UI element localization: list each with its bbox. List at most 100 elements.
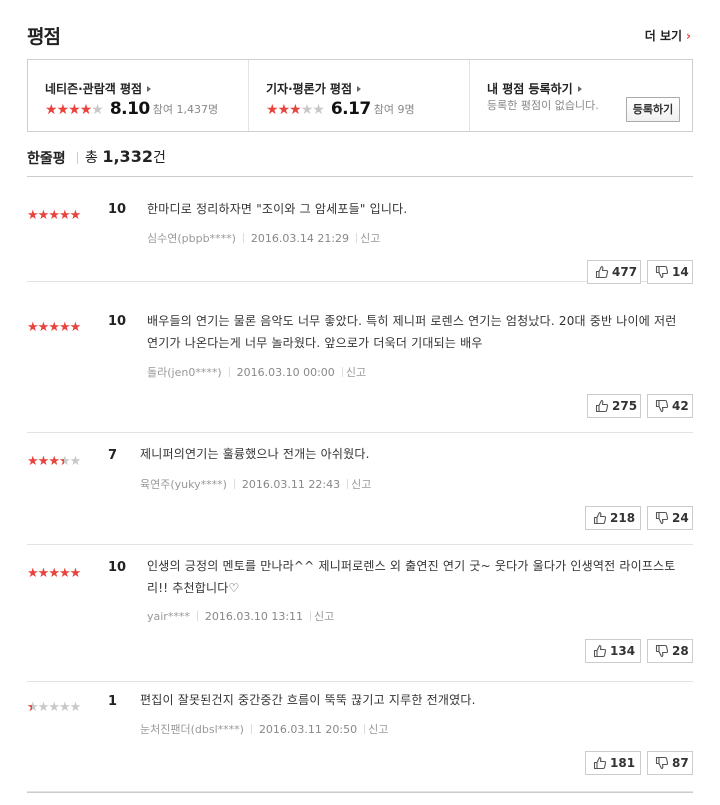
divider [341,367,343,377]
star-icon: ★ [266,102,279,118]
dislike-count: 87 [672,756,689,770]
star-icon: ★ [37,566,50,581]
review-author[interactable]: yair**** [147,610,190,623]
like-count: 477 [612,265,638,279]
dislike-count: 28 [672,644,689,658]
report-link[interactable]: 신고 [368,723,388,736]
divider [356,233,358,243]
star-icon: ★ [45,102,58,118]
star-icon: ★ [37,208,50,223]
divider [196,611,198,621]
more-link[interactable]: 더 보기 › [645,27,691,44]
like-button[interactable]: 134 [585,639,641,663]
my-rating-label: 내 평점 등록하기 [487,82,573,96]
review-author[interactable]: 돌라(jen0****) [147,366,222,379]
dislike-button[interactable]: 24 [647,506,693,530]
review-author[interactable]: 심수연(pbpb****) [147,232,236,245]
star-icon: ★ [289,102,302,118]
review-date: 2016.03.11 22:43 [241,478,341,491]
register-rating-button[interactable]: 등록하기 [626,97,680,122]
review-text: 편집이 잘못된건지 중간중간 흐름이 뚝뚝 끊기고 지루한 전개였다. [140,693,476,707]
critic-rating-link[interactable]: 기자·평론가 평점 [266,80,362,97]
star-empty-icon: ★ [48,700,60,715]
divider [77,152,78,164]
dislike-count: 14 [672,265,689,279]
review-list-header: 한줄평 총 1,332건 [27,147,693,177]
report-link[interactable]: 신고 [346,366,366,379]
review-score: 10 [108,314,127,329]
star-icon: ★ [58,320,71,335]
review-stars: ★★★★★★ [27,450,81,469]
review-text: 인생의 긍정의 멘토를 만나라^^ 제니퍼로렌스 외 출연진 연기 굿~ 웃다가… [147,559,676,595]
like-button[interactable]: 275 [587,394,641,418]
star-icon: ★ [69,320,82,335]
total-number: 1,332 [102,147,153,166]
like-count: 275 [612,399,638,413]
star-icon: ★ [27,208,39,223]
star-empty-icon: ★ [312,102,325,118]
review-stars: ★★★★★ [27,204,81,223]
like-count: 134 [610,644,636,658]
total-prefix: 총 [85,150,98,166]
arrow-right-icon [577,86,582,92]
review-author[interactable]: 육연주(yuky****) [140,478,227,491]
review-item: ★★★★★ 10 한마디로 정리하자면 "조이와 그 암세포들" 입니다. 심수연(p… [27,178,693,284]
review-text: 배우들의 연기는 물론 음악도 너무 좋았다. 특히 제니퍼 로렌스 연기는 엄… [147,314,677,350]
dislike-button[interactable]: 14 [647,260,693,284]
review-list-title: 한줄평 [27,151,66,167]
like-button[interactable]: 218 [585,506,641,530]
critic-rating-label: 기자·평론가 평점 [266,82,353,96]
netizen-stars: ★★★★★ [45,99,104,118]
report-link[interactable]: 신고 [351,478,371,491]
star-half-icon: ★★ [58,454,71,469]
review-stars: ★★★★★★ [27,696,82,715]
like-button[interactable]: 181 [585,751,641,775]
netizen-score: 8.10 [109,99,150,119]
divider [310,611,312,621]
star-empty-icon: ★ [69,700,82,715]
report-link[interactable]: 신고 [360,232,380,245]
review-meta: 눈처진팬더(dbsl****) 2016.03.11 20:50 신고 [140,721,388,737]
review-meta: yair**** 2016.03.10 13:11 신고 [147,608,334,624]
review-date: 2016.03.14 21:29 [250,232,350,245]
star-half-icon: ★★ [27,700,39,715]
like-count: 218 [610,511,636,525]
review-meta: 심수연(pbpb****) 2016.03.14 21:29 신고 [147,230,380,246]
dislike-button[interactable]: 28 [647,639,693,663]
divider [228,367,230,377]
divider [364,724,366,734]
star-icon: ★ [37,320,50,335]
critic-rating-box: 기자·평론가 평점 ★★★★★ 6.17 참여 9명 [249,60,470,131]
dislike-count: 24 [672,511,689,525]
report-link[interactable]: 신고 [314,610,334,623]
chevron-right-icon: › [686,29,691,43]
review-score: 1 [108,694,118,709]
review-date: 2016.03.10 13:11 [204,610,304,623]
divider [27,792,693,793]
review-text: 제니퍼의연기는 훌륭했으나 전개는 아쉬웠다. [140,447,370,461]
like-button[interactable]: 477 [587,260,641,284]
my-rating-link[interactable]: 내 평점 등록하기 [487,80,582,97]
star-icon: ★ [48,454,60,469]
star-icon: ★ [27,320,39,335]
review-date: 2016.03.11 20:50 [258,723,358,736]
dislike-button[interactable]: 42 [647,394,693,418]
rating-summary: 네티즌·관람객 평점 ★★★★★ 8.10 참여 1,437명 기자·평론가 평점 … [27,59,693,132]
total-suffix: 건 [152,150,166,166]
star-icon: ★ [37,454,50,469]
critic-stars: ★★★★★ [266,99,325,118]
divider [242,233,244,243]
review-author[interactable]: 눈처진팬더(dbsl****) [140,723,244,736]
review-meta: 육연주(yuky****) 2016.03.11 22:43 신고 [140,476,371,492]
dislike-button[interactable]: 87 [647,751,693,775]
divider [250,724,252,734]
rating-header: 평점 더 보기 › [27,22,693,48]
star-icon: ★ [48,320,60,335]
netizen-rating-link[interactable]: 네티즌·관람객 평점 [45,80,152,97]
arrow-right-icon [147,86,152,92]
star-icon: ★ [48,208,60,223]
more-label: 더 보기 [644,29,683,43]
review-item: ★★★★★★1편집이 잘못된건지 중간중간 흐름이 뚝뚝 끊기고 지루한 전개였… [27,682,693,792]
like-count: 181 [610,756,636,770]
critic-participants: 참여 9명 [373,103,415,116]
